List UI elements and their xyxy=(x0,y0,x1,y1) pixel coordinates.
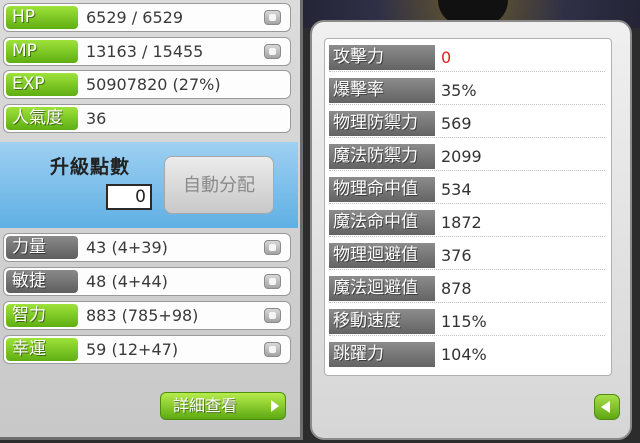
stat-value: 104% xyxy=(441,345,487,364)
int-row: 智力 883 (785+98) xyxy=(3,301,291,330)
stat-row-phys-avoid: 物理迴避值 376 xyxy=(329,241,605,270)
ability-points-section: 升級點數 0 自動分配 xyxy=(0,142,298,228)
mp-value: 13163 / 15455 xyxy=(86,42,204,61)
exp-label: EXP xyxy=(6,73,78,96)
fame-label: 人氣度 xyxy=(6,107,78,130)
hp-row: HP 6529 / 6529 xyxy=(3,3,291,32)
stat-label: 魔法迴避值 xyxy=(329,276,435,301)
stat-row-phys-acc: 物理命中值 534 xyxy=(329,175,605,204)
stat-label: 跳躍力 xyxy=(329,342,435,367)
ability-points-value: 0 xyxy=(106,184,152,210)
character-stats-panel: HP 6529 / 6529 MP 13163 / 15455 EXP 5090… xyxy=(0,0,303,440)
stat-label: 爆擊率 xyxy=(329,78,435,103)
luk-value: 59 (12+47) xyxy=(86,340,179,359)
stat-value: 878 xyxy=(441,279,472,298)
stat-label: 物理防禦力 xyxy=(329,111,435,136)
stat-value: 115% xyxy=(441,312,487,331)
dex-label: 敏捷 xyxy=(6,270,78,293)
stat-row-jump: 跳躍力 104% xyxy=(329,340,605,368)
plus-icon[interactable] xyxy=(264,44,281,59)
str-label: 力量 xyxy=(6,236,78,259)
stat-row-attack: 攻擊力 0 xyxy=(329,43,605,72)
dex-row: 敏捷 48 (4+44) xyxy=(3,267,291,296)
stat-value: 35% xyxy=(441,81,477,100)
stat-row-magic-acc: 魔法命中值 1872 xyxy=(329,208,605,237)
plus-icon[interactable] xyxy=(264,240,281,255)
mp-label: MP xyxy=(6,40,78,63)
detail-view-button[interactable]: 詳細查看 xyxy=(160,392,286,420)
str-row: 力量 43 (4+39) xyxy=(3,233,291,262)
stat-label: 移動速度 xyxy=(329,309,435,334)
stat-label: 物理迴避值 xyxy=(329,243,435,268)
stat-value: 2099 xyxy=(441,147,482,166)
stat-label: 物理命中值 xyxy=(329,177,435,202)
luk-row: 幸運 59 (12+47) xyxy=(3,335,291,364)
auto-assign-button[interactable]: 自動分配 xyxy=(164,156,274,214)
detail-stats-panel: 攻擊力 0 爆擊率 35% 物理防禦力 569 魔法防禦力 2099 物理命中值… xyxy=(310,20,632,440)
int-label: 智力 xyxy=(6,304,78,327)
luk-label: 幸運 xyxy=(6,338,78,361)
exp-value: 50907820 (27%) xyxy=(86,75,221,94)
detail-stats-list: 攻擊力 0 爆擊率 35% 物理防禦力 569 魔法防禦力 2099 物理命中值… xyxy=(324,38,612,376)
stat-value: 534 xyxy=(441,180,472,199)
stat-row-speed: 移動速度 115% xyxy=(329,307,605,336)
arrow-left-icon[interactable] xyxy=(594,394,620,420)
stat-value: 376 xyxy=(441,246,472,265)
stat-row-critical: 爆擊率 35% xyxy=(329,76,605,105)
plus-icon[interactable] xyxy=(264,10,281,25)
int-value: 883 (785+98) xyxy=(86,306,199,325)
plus-icon[interactable] xyxy=(264,308,281,323)
stat-row-magic-def: 魔法防禦力 2099 xyxy=(329,142,605,171)
dex-value: 48 (4+44) xyxy=(86,272,168,291)
stat-value: 0 xyxy=(441,48,452,67)
stat-value: 1872 xyxy=(441,213,482,232)
plus-icon[interactable] xyxy=(264,342,281,357)
mp-row: MP 13163 / 15455 xyxy=(3,37,291,66)
stat-label: 魔法防禦力 xyxy=(329,144,435,169)
fame-row: 人氣度 36 xyxy=(3,104,291,133)
fame-value: 36 xyxy=(86,109,107,128)
detail-view-label: 詳細查看 xyxy=(173,396,238,415)
str-value: 43 (4+39) xyxy=(86,238,168,257)
hp-value: 6529 / 6529 xyxy=(86,8,183,27)
arrow-right-icon xyxy=(271,400,279,412)
stat-value: 569 xyxy=(441,114,472,133)
exp-row: EXP 50907820 (27%) xyxy=(3,70,291,99)
stat-row-phys-def: 物理防禦力 569 xyxy=(329,109,605,138)
ability-points-title: 升級點數 xyxy=(50,156,131,178)
stat-row-magic-avoid: 魔法迴避值 878 xyxy=(329,274,605,303)
stat-label: 攻擊力 xyxy=(329,45,435,70)
plus-icon[interactable] xyxy=(264,274,281,289)
stat-label: 魔法命中值 xyxy=(329,210,435,235)
hp-label: HP xyxy=(6,6,78,29)
